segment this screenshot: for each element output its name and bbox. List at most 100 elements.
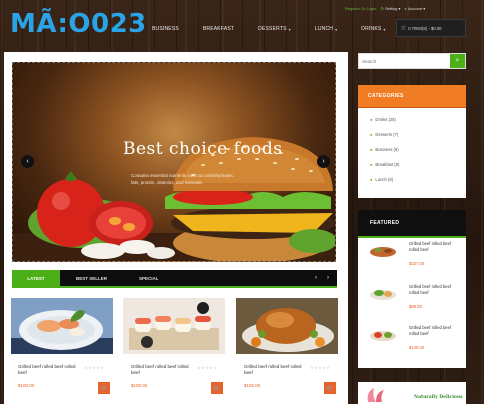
slider-subtitle: fats, protein, vitamins, and minerals. (131, 180, 204, 185)
featured-product-price: $100.00 (409, 345, 425, 350)
tab-best-seller[interactable]: BEST SELLER (60, 270, 123, 286)
chevron-right-icon[interactable]: › (327, 275, 329, 281)
search-input[interactable] (359, 54, 450, 68)
burger-image (13, 137, 335, 261)
chevron-left-icon[interactable]: ‹ (315, 275, 317, 281)
tab-underline (12, 286, 337, 288)
categories-heading: CATEGORIES (358, 85, 466, 108)
sushi-platter-image (123, 298, 225, 354)
product-image[interactable] (11, 298, 113, 354)
rating-stars: ☆☆☆☆☆ (197, 365, 218, 370)
chevron-down-icon: ▾ (398, 5, 401, 11)
settings-label: Setting (384, 5, 398, 11)
product-image[interactable] (236, 298, 338, 354)
featured-product-name[interactable]: Grilled beef rolled beef rolled beef (409, 241, 461, 252)
featured-product-name[interactable]: Grilled beef rolled beef rolled beef (409, 284, 461, 295)
category-item[interactable]: ● Desserts (7) (370, 132, 398, 137)
featured-product-price: $337.00 (409, 261, 425, 266)
cart-summary: 0 ITEM(S) - $0.00 (408, 25, 442, 31)
site-logo[interactable]: MÃ:O023 (10, 9, 147, 39)
cart-icon: 🛒 (401, 25, 407, 30)
featured-heading: FEATURED (358, 210, 466, 238)
nav-item-label: BUSINESS (152, 26, 179, 32)
chevron-down-icon: ▾ (383, 26, 386, 32)
nav-item-breakfast[interactable]: BREAKFAST (191, 26, 246, 32)
cart-icon: 🛒 (326, 385, 334, 392)
nav-item-label: DRINKS (361, 26, 382, 32)
featured-product-image[interactable] (368, 326, 398, 343)
featured-product-image[interactable] (368, 242, 398, 259)
cart-icon: 🛒 (100, 385, 108, 392)
bullet-icon: ● (370, 117, 373, 122)
bullet-icon: ● (370, 147, 373, 152)
category-label: Business (8) (375, 147, 399, 152)
featured-panel: FEATURED Grilled beef rolled beef rolled… (358, 210, 466, 368)
nav-item-label: BREAKFAST (202, 26, 235, 32)
chevron-down-icon: ▾ (335, 26, 338, 32)
product-price: $100.00 (244, 383, 261, 388)
slider-subtitle: Contains essential nutrients such as car… (131, 173, 235, 178)
category-label: Desserts (7) (375, 132, 399, 137)
account-dropdown[interactable]: ● Account ▾ (404, 6, 425, 11)
product-name[interactable]: Grilled beef rolled beef rolled beef (131, 364, 193, 376)
tab-special[interactable]: SPECIAL (123, 270, 175, 286)
featured-product-price: $98.00 (409, 304, 422, 309)
tab-latest[interactable]: LATEST (12, 270, 60, 286)
product-price: $100.00 (131, 383, 148, 388)
category-label: Drinks (25) (375, 117, 396, 122)
product-name[interactable]: Grilled beef rolled beef rolled beef (244, 364, 306, 376)
category-item[interactable]: ● Breakfast (8) (370, 162, 399, 167)
cart-icon: 🛒 (213, 385, 221, 392)
search-icon: ⌕ (455, 57, 460, 64)
register-login-link[interactable]: Register Or Login (345, 6, 376, 11)
bullet-icon: ● (370, 132, 373, 137)
rating-stars: ☆☆☆☆☆ (310, 365, 331, 370)
category-item[interactable]: ● Drinks (25) (370, 117, 396, 122)
settings-dropdown[interactable]: ⚙ Setting ▾ (380, 6, 400, 11)
search-button[interactable]: ⌕ (450, 54, 465, 68)
nav-item-business[interactable]: BUSINESS (140, 26, 191, 32)
product-image[interactable] (123, 298, 225, 354)
gear-icon: ⚙ (380, 5, 384, 11)
bullet-icon: ● (370, 177, 373, 182)
account-label: Account (407, 5, 423, 11)
nav-item-lunch[interactable]: LUNCH ▾ (303, 26, 349, 32)
nav-item-label: LUNCH (314, 26, 334, 32)
rating-stars: ☆☆☆☆☆ (84, 365, 105, 370)
nav-item-drinks[interactable]: DRINKS ▾ (349, 26, 397, 32)
main-navigation: BUSINESS BREAKFAST DESSERTS ▾ LUNCH ▾ DR… (140, 22, 398, 36)
bullet-icon: ● (370, 162, 373, 167)
product-tabs: LATEST BEST SELLER SPECIAL ‹ › (12, 270, 337, 286)
categories-panel: CATEGORIES ● Drinks (25) ● Desserts (7) … (358, 85, 466, 198)
chevron-down-icon: ▾ (288, 26, 291, 32)
category-item[interactable]: ● Business (8) (370, 147, 399, 152)
search-box: ⌕ (358, 53, 466, 69)
top-utility-bar: Register Or Login ⚙ Setting ▾ ● Account … (345, 4, 425, 12)
promo-text: Naturally Delicious (414, 395, 463, 400)
add-to-cart-button[interactable]: 🛒 (324, 382, 336, 394)
chevron-right-icon: › (322, 158, 325, 165)
add-to-cart-button[interactable]: 🛒 (211, 382, 223, 394)
slider-prev-button[interactable]: ‹ (21, 155, 34, 168)
promo-banner[interactable]: Naturally Delicious (358, 382, 466, 404)
category-label: Breakfast (8) (375, 162, 400, 167)
category-label: Lunch (9) (375, 177, 394, 182)
cart-button[interactable]: 🛒 0 ITEM(S) - $0.00 (396, 19, 466, 37)
nav-item-label: DESSERTS (258, 26, 287, 32)
roast-chicken-image (236, 298, 338, 354)
promo-image (367, 388, 384, 402)
tab-carousel-controls: ‹ › (315, 270, 337, 286)
product-name[interactable]: Grilled beef rolled beef rolled beef (18, 364, 80, 376)
nav-item-desserts[interactable]: DESSERTS ▾ (246, 26, 303, 32)
featured-product-image[interactable] (368, 285, 398, 302)
featured-product-name[interactable]: Grilled beef rolled beef rolled beef (409, 325, 461, 336)
sushi-plate-image (11, 298, 113, 354)
add-to-cart-button[interactable]: 🛒 (98, 382, 110, 394)
chevron-left-icon: ‹ (26, 158, 29, 165)
chevron-down-icon: ▾ (423, 5, 426, 11)
slider-next-button[interactable]: › (317, 155, 330, 168)
hero-slider[interactable]: Best choice foods Contains essential nut… (12, 62, 336, 262)
product-price: $100.00 (18, 383, 35, 388)
user-icon: ● (404, 5, 407, 11)
category-item[interactable]: ● Lunch (9) (370, 177, 393, 182)
